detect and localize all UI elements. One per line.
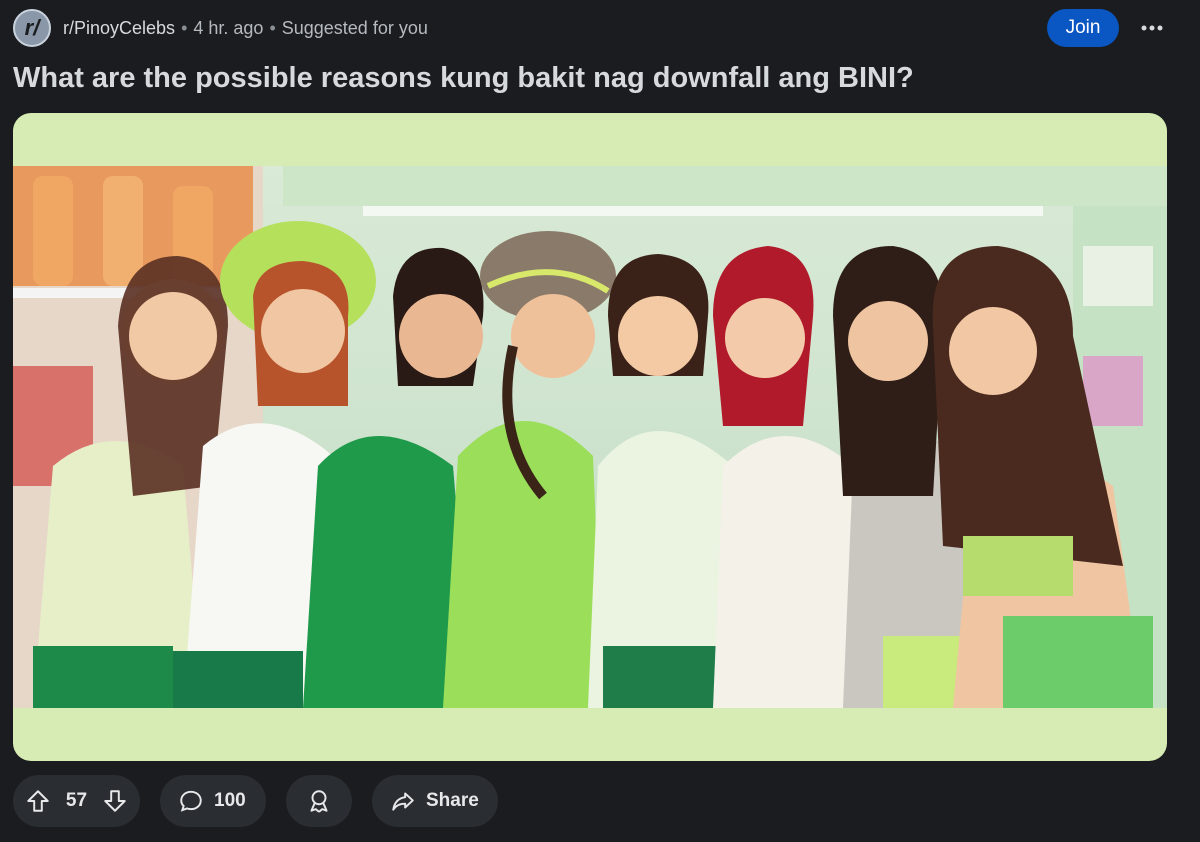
suggested-label: Suggested for you — [281, 17, 428, 38]
share-button[interactable]: Share — [372, 775, 498, 827]
vote-control: 57 — [13, 775, 140, 827]
group-photo — [13, 166, 1167, 708]
separator-dot: • — [181, 17, 188, 38]
share-label: Share — [426, 790, 479, 811]
post-header: r/ r/PinoyCelebs • 4 hr. ago • Suggested… — [13, 8, 1187, 48]
share-arrow-icon — [392, 792, 414, 811]
comments-button[interactable]: 100 — [160, 775, 266, 827]
post-title[interactable]: What are the possible reasons kung bakit… — [13, 62, 914, 95]
separator-dot: • — [269, 17, 276, 38]
award-button[interactable] — [286, 775, 352, 827]
ellipsis-icon — [1141, 25, 1163, 31]
comment-count: 100 — [214, 790, 246, 811]
subreddit-avatar[interactable]: r/ — [13, 9, 51, 47]
speech-bubble-icon — [180, 790, 202, 812]
post-time: 4 hr. ago — [193, 17, 264, 38]
post-meta: r/PinoyCelebs • 4 hr. ago • Suggested fo… — [63, 18, 428, 39]
more-options-button[interactable] — [1133, 9, 1171, 47]
post-actions: 57 100 Share — [13, 775, 498, 827]
join-button[interactable]: Join — [1047, 9, 1119, 47]
subreddit-link[interactable]: r/PinoyCelebs — [63, 18, 175, 39]
post-media[interactable] — [13, 113, 1167, 761]
post-card: r/ r/PinoyCelebs • 4 hr. ago • Suggested… — [0, 0, 1200, 842]
vote-count: 57 — [65, 790, 88, 811]
award-icon — [310, 790, 328, 813]
arrow-up-icon[interactable] — [25, 788, 51, 814]
arrow-down-icon[interactable] — [102, 788, 128, 814]
